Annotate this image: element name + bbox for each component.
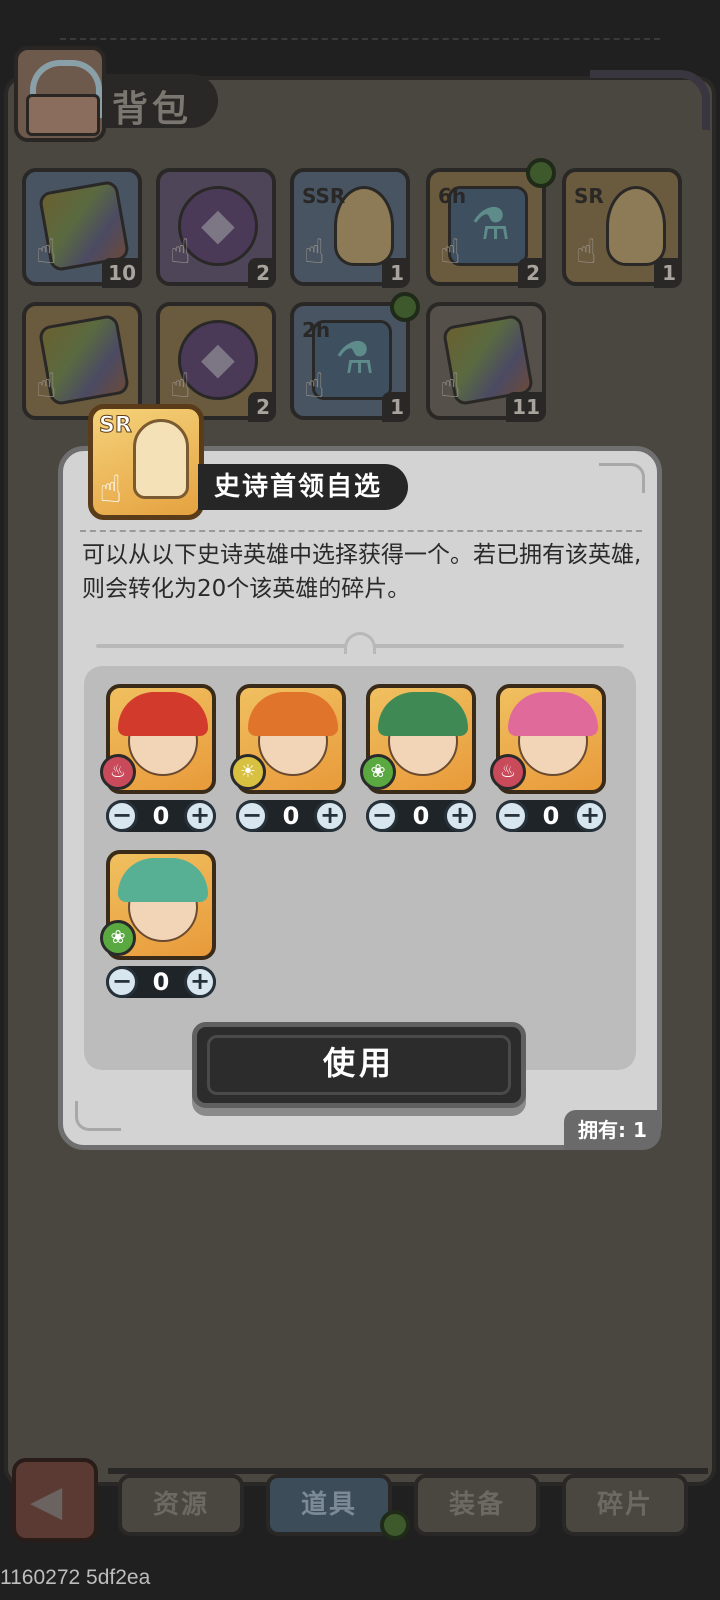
hand-pointer-icon: ☝ <box>170 232 191 272</box>
rarity-tag: SR <box>99 413 133 439</box>
inventory-item[interactable]: ☝ 11 <box>426 302 546 422</box>
inventory-item[interactable]: ☝ <box>22 302 142 420</box>
tab-items[interactable]: 道具 <box>266 1474 392 1536</box>
quantity-value: 0 <box>152 802 170 830</box>
chest-item-icon: SR ☝ <box>88 404 204 520</box>
inventory-item[interactable]: 2h ☝ 1 <box>290 302 410 422</box>
use-button-label: 使用 <box>322 1044 395 1082</box>
hand-pointer-icon: ☝ <box>440 366 461 406</box>
hero-hair <box>248 692 338 736</box>
item-count: 2 <box>518 258 546 288</box>
hero-hair <box>118 692 208 736</box>
light-element-icon: ☀ <box>230 754 266 790</box>
corner-ornament-icon <box>75 1101 121 1131</box>
item-tag: 2h <box>302 318 331 342</box>
fire-element-icon: ♨ <box>100 754 136 790</box>
quantity-stepper: −0 + <box>106 800 216 832</box>
item-count: 1 <box>382 392 410 422</box>
quantity-stepper: −0 + <box>366 800 476 832</box>
head-icon <box>606 186 666 266</box>
quantity-value: 0 <box>412 802 430 830</box>
quantity-value: 0 <box>282 802 300 830</box>
plus-icon[interactable]: + <box>314 800 346 832</box>
fire-element-icon: ♨ <box>490 754 526 790</box>
owned-count: 拥有: 1 <box>564 1110 661 1150</box>
minus-icon[interactable]: − <box>106 966 138 998</box>
item-count: 2 <box>248 392 276 422</box>
inventory-item[interactable]: ☝2 <box>156 302 276 422</box>
inventory-item[interactable]: SR ☝ 1 <box>562 168 682 288</box>
item-count: 1 <box>382 258 410 288</box>
back-arrow-icon: ◀ <box>30 1476 63 1525</box>
hand-pointer-icon: ☝ <box>304 232 325 272</box>
item-tag: 6h <box>438 184 467 208</box>
hand-pointer-icon: ☝ <box>36 366 57 406</box>
dialog-title: 史诗首领自选 <box>198 464 409 510</box>
item-count: 10 <box>102 258 142 288</box>
hand-pointer-icon: ☝ <box>99 467 123 511</box>
hand-pointer-icon: ☝ <box>36 232 57 272</box>
hero-option: ♨ −0 + <box>100 684 216 832</box>
minus-icon[interactable]: − <box>236 800 268 832</box>
item-tag: SSR <box>302 184 346 208</box>
plus-icon[interactable]: + <box>444 800 476 832</box>
corner-ornament-icon <box>599 463 645 493</box>
dialog-description: 可以从以下史诗英雄中选择获得一个。若已拥有该英雄,则会转化为20个该英雄的碎片。 <box>82 542 642 602</box>
plus-icon[interactable]: + <box>184 800 216 832</box>
quantity-value: 0 <box>152 968 170 996</box>
inventory-item[interactable]: SSR ☝ 1 <box>290 168 410 288</box>
divider <box>80 530 642 532</box>
hand-pointer-icon: ☝ <box>304 366 325 406</box>
quantity-value: 0 <box>542 802 560 830</box>
tab-fragments[interactable]: 碎片 <box>562 1474 688 1536</box>
tab-resources[interactable]: 资源 <box>118 1474 244 1536</box>
hand-pointer-icon: ☝ <box>576 232 597 272</box>
inventory-item[interactable]: ☝2 <box>156 168 276 288</box>
inventory-item[interactable]: ☝ 10 <box>22 168 142 288</box>
wind-element-icon: ❀ <box>360 754 396 790</box>
pawn-icon <box>133 419 189 499</box>
hero-option: ♨ −0 + <box>490 684 606 832</box>
minus-icon[interactable]: − <box>106 800 138 832</box>
notification-dot <box>380 1510 410 1540</box>
hero-selection-area: ♨ −0 + ☀ −0 + ❀ −0 + ♨ −0 + ❀ −0 + <box>84 666 636 1070</box>
hero-option: ❀ −0 + <box>360 684 476 832</box>
quantity-stepper: −0 + <box>496 800 606 832</box>
build-id: 1160272 5df2ea <box>0 1566 151 1589</box>
inventory-item[interactable]: 6h ☝ 2 <box>426 168 546 288</box>
hero-option: ❀ −0 + <box>100 850 216 998</box>
quantity-stepper: −0 + <box>236 800 346 832</box>
hero-hair <box>508 692 598 736</box>
top-decoration <box>60 38 660 48</box>
hero-hair <box>118 858 208 902</box>
quantity-stepper: −0 + <box>106 966 216 998</box>
hand-pointer-icon: ☝ <box>440 232 461 272</box>
item-count: 2 <box>248 258 276 288</box>
backpack-icon <box>14 46 106 142</box>
plus-icon[interactable]: + <box>184 966 216 998</box>
notification-dot <box>390 292 420 322</box>
plus-icon[interactable]: + <box>574 800 606 832</box>
minus-icon[interactable]: − <box>496 800 528 832</box>
minus-icon[interactable]: − <box>366 800 398 832</box>
tab-equipment[interactable]: 装备 <box>414 1474 540 1536</box>
wind-element-icon: ❀ <box>100 920 136 956</box>
item-count: 11 <box>506 392 546 422</box>
hero-hair <box>378 692 468 736</box>
item-tag: SR <box>574 184 604 208</box>
hero-option: ☀ −0 + <box>230 684 346 832</box>
item-count: 1 <box>654 258 682 288</box>
notification-dot <box>526 158 556 188</box>
page-title: 背包 <box>104 74 219 130</box>
hand-pointer-icon: ☝ <box>170 366 191 406</box>
corner-decoration <box>590 70 710 130</box>
use-button[interactable]: 使用 <box>192 1022 526 1108</box>
back-button[interactable]: ◀ <box>12 1458 98 1542</box>
